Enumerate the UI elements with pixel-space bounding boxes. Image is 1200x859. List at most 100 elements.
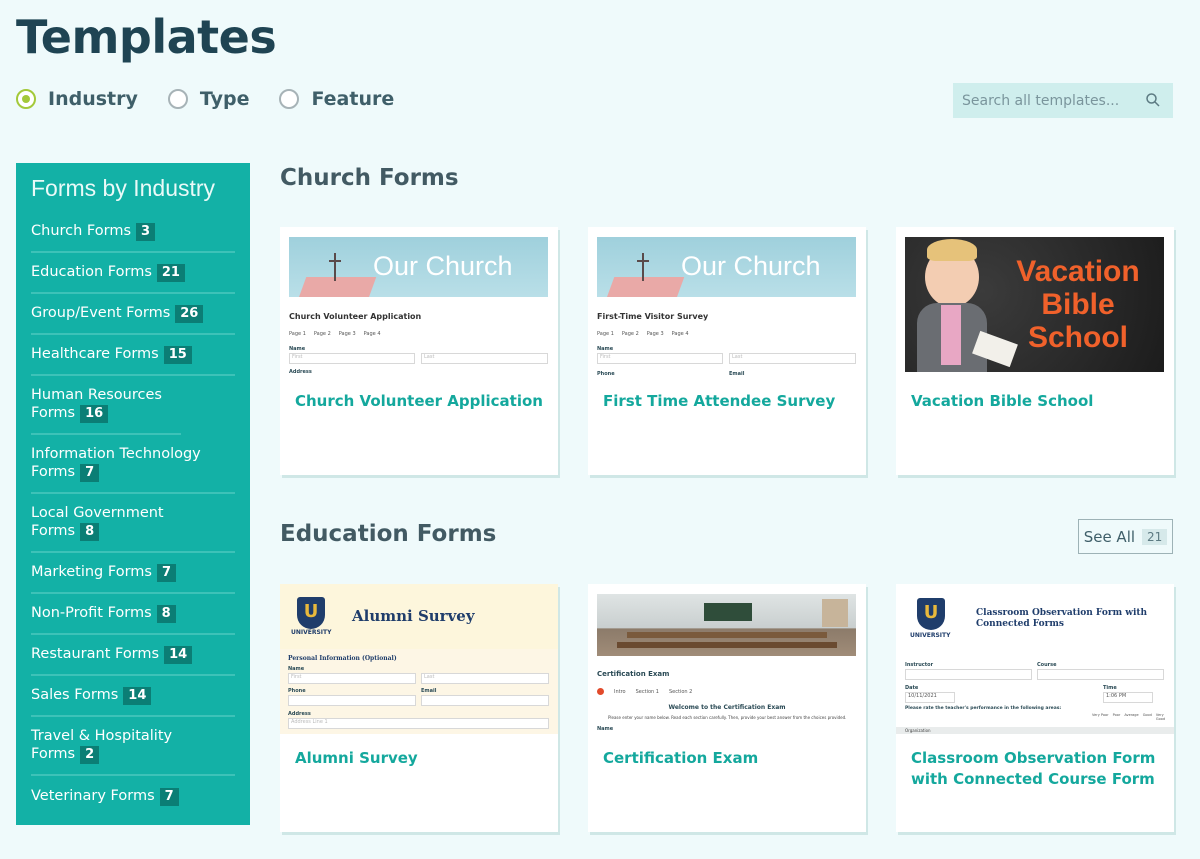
sidebar-item-restaurant[interactable]: Restaurant Forms 14: [31, 635, 235, 676]
sidebar-item-education[interactable]: Education Forms 21: [31, 253, 235, 294]
field-label: Name: [289, 346, 306, 352]
card-thumbnail: U UNIVERSITY Alumni Survey Personal Info…: [280, 584, 558, 734]
see-all-count: 21: [1142, 528, 1168, 545]
sidebar-item-count: 8: [80, 523, 100, 541]
sidebar-item-local-government[interactable]: Local Government Forms 8: [31, 494, 235, 553]
sidebar-item-label: Information Technology Forms: [31, 446, 201, 480]
sidebar-item-sales[interactable]: Sales Forms 14: [31, 676, 235, 717]
filter-feature[interactable]: Feature: [279, 88, 394, 110]
first-name-input: First: [597, 353, 723, 364]
filter-type[interactable]: Type: [167, 88, 250, 110]
cross-icon: [642, 253, 644, 281]
industry-sidebar: Forms by Industry Church Forms 3 Educatio…: [16, 163, 250, 825]
card-title: Alumni Survey: [295, 749, 418, 767]
sidebar-item-label: Restaurant Forms: [31, 646, 160, 662]
template-card-certification-exam[interactable]: Certification Exam Intro Section 1 Secti…: [588, 584, 866, 832]
page-step: Page 3: [338, 331, 356, 337]
sidebar-item-veterinary[interactable]: Veterinary Forms 7: [31, 776, 235, 817]
form-title: Church Volunteer Application: [289, 312, 422, 321]
field-label: Name: [597, 726, 614, 732]
page-step: Page 4: [671, 331, 689, 337]
step-label: Section 1: [635, 688, 659, 695]
scale-label: Average: [1124, 713, 1139, 717]
banner-line: School: [1027, 321, 1128, 354]
sidebar-item-count: 21: [156, 264, 185, 282]
form-header: Alumni Survey: [352, 607, 475, 625]
classroom-banner: [597, 594, 856, 656]
field-label: Address: [289, 369, 312, 375]
page-step: Page 3: [646, 331, 664, 337]
template-card-vacation-bible-school[interactable]: Vacation Bible School Vacation Bible Sch…: [896, 227, 1174, 475]
exam-steps: Intro Section 1 Section 2: [597, 688, 692, 695]
banner-text: Our Church: [373, 251, 513, 281]
phone-input: [288, 695, 416, 706]
card-title: Vacation Bible School: [911, 392, 1094, 410]
welcome-heading: Welcome to the Certification Exam: [668, 704, 786, 711]
radio-industry[interactable]: [16, 89, 36, 109]
sidebar-item-non-profit[interactable]: Non-Profit Forms 8: [31, 594, 235, 635]
search-input[interactable]: [962, 92, 1142, 109]
sidebar-item-group-event[interactable]: Group/Event Forms 26: [31, 294, 235, 335]
banner-line: Vacation: [1016, 255, 1140, 288]
filter-industry[interactable]: Industry: [16, 88, 138, 110]
logo-text: UNIVERSITY: [910, 632, 951, 639]
last-name-input: Last: [421, 673, 549, 684]
filter-radio-group: Industry Type Feature: [16, 88, 424, 110]
filter-type-label: Type: [199, 88, 250, 110]
card-thumbnail: Certification Exam Intro Section 1 Secti…: [588, 584, 866, 734]
field-label: Phone: [597, 371, 615, 377]
sidebar-item-label: Group/Event Forms: [31, 305, 171, 321]
rating-scale: Very Poor Poor Average Good Very Good: [1092, 713, 1174, 721]
see-all-button[interactable]: See All 21: [1078, 519, 1173, 554]
filter-industry-label: Industry: [48, 88, 138, 110]
card-title: First Time Attendee Survey: [603, 392, 836, 410]
rating-instructions: Please rate the teacher's performance in…: [905, 706, 1062, 711]
field-label: Instructor: [905, 662, 934, 668]
search-icon[interactable]: [1145, 92, 1161, 108]
sidebar-item-label: Travel & Hospitality Forms: [31, 728, 173, 762]
template-card-classroom-observation[interactable]: U UNIVERSITY Classroom Observation Form …: [896, 584, 1174, 832]
sidebar-item-count: 7: [159, 788, 179, 806]
sidebar-item-label: Non-Profit Forms: [31, 605, 152, 621]
first-name-input: First: [288, 673, 416, 684]
card-thumbnail: U UNIVERSITY Classroom Observation Form …: [896, 584, 1174, 734]
university-logo-icon: U: [917, 598, 945, 630]
field-label: Course: [1037, 662, 1057, 668]
alumni-header: U UNIVERSITY Alumni Survey: [280, 584, 558, 649]
sidebar-item-count: 7: [156, 564, 177, 582]
last-name-input: Last: [421, 353, 548, 364]
email-input: [421, 695, 549, 706]
sidebar-item-human-resources[interactable]: Human Resources Forms 16: [31, 376, 181, 435]
sidebar-item-marketing[interactable]: Marketing Forms 7: [31, 553, 235, 594]
sidebar-item-label: Veterinary Forms: [31, 788, 155, 804]
sidebar-item-church[interactable]: Church Forms 3: [31, 212, 235, 253]
template-card-church-volunteer[interactable]: Our Church Church Volunteer Application …: [280, 227, 558, 475]
sidebar-item-healthcare[interactable]: Healthcare Forms 15: [31, 335, 235, 376]
section-title-education: Education Forms: [280, 521, 497, 547]
template-card-first-time-attendee[interactable]: Our Church First-Time Visitor Survey Pag…: [588, 227, 866, 475]
template-card-alumni-survey[interactable]: U UNIVERSITY Alumni Survey Personal Info…: [280, 584, 558, 832]
page-step: Page 4: [363, 331, 381, 337]
sidebar-item-information-technology[interactable]: Information Technology Forms 7: [31, 435, 235, 494]
cross-icon: [334, 253, 336, 281]
page-step: Page 1: [289, 331, 306, 337]
scale-label: Very Poor: [1092, 713, 1109, 717]
last-name-input: Last: [729, 353, 856, 364]
sidebar-item-count: 26: [175, 305, 204, 323]
child-hair: [927, 239, 977, 261]
radio-feature[interactable]: [279, 89, 300, 109]
sidebar-item-travel-hospitality[interactable]: Travel & Hospitality Forms 2: [31, 717, 235, 776]
card-title: Classroom Observation Form with Connecte…: [911, 749, 1156, 788]
page-title: Templates: [16, 10, 277, 64]
field-label: Email: [729, 371, 745, 377]
instructor-select: [905, 669, 1032, 680]
banner-text: Vacation Bible School: [998, 255, 1158, 354]
rating-row-label: Organization: [905, 728, 931, 733]
instructions-text: Please enter your name below. Read each …: [608, 715, 846, 720]
form-title: First-Time Visitor Survey: [597, 312, 709, 321]
sidebar-item-count: 16: [80, 405, 109, 423]
church-banner: Our Church: [289, 237, 548, 297]
scale-label: Poor: [1112, 713, 1121, 717]
scale-label: Good: [1142, 713, 1152, 717]
radio-type[interactable]: [167, 89, 188, 109]
